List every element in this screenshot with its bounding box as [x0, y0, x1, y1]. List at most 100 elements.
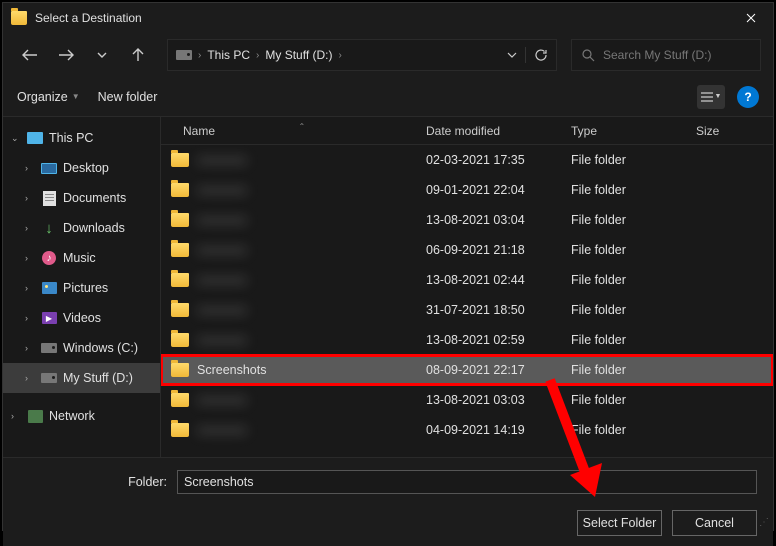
cell-name: xxxxxxxx	[171, 183, 426, 197]
cell-type: File folder	[571, 303, 696, 317]
tree-pictures[interactable]: › Pictures	[3, 273, 160, 303]
table-row[interactable]: xxxxxxxx04-09-2021 14:19File folder	[161, 415, 773, 445]
chevron-down-icon[interactable]	[507, 52, 517, 58]
cell-type: File folder	[571, 333, 696, 347]
list-header: Name ⌃ Date modified Type Size	[161, 117, 773, 145]
cell-name: xxxxxxxx	[171, 243, 426, 257]
cell-type: File folder	[571, 363, 696, 377]
folder-icon	[171, 273, 189, 287]
table-row[interactable]: xxxxxxxx13-08-2021 02:59File folder	[161, 325, 773, 355]
breadcrumb-drive[interactable]: My Stuff (D:)	[265, 48, 332, 62]
list-view-icon	[701, 92, 713, 102]
search-icon	[582, 49, 595, 62]
list-view: Name ⌃ Date modified Type Size xxxxxxxx0…	[161, 117, 773, 457]
cell-type: File folder	[571, 243, 696, 257]
dialog-window: Select a Destination › This PC › My Stuf…	[2, 2, 774, 531]
chevron-right-icon: ›	[11, 411, 21, 421]
table-row[interactable]: Screenshots08-09-2021 22:17File folder	[161, 355, 773, 385]
table-row[interactable]: xxxxxxxx06-09-2021 21:18File folder	[161, 235, 773, 265]
chevron-down-icon	[97, 52, 107, 58]
arrow-right-icon	[58, 49, 74, 61]
chevron-right-icon: ›	[25, 193, 35, 203]
select-folder-button[interactable]: Select Folder	[577, 510, 662, 536]
search-input[interactable]: Search My Stuff (D:)	[571, 39, 761, 71]
cell-date: 13-08-2021 03:04	[426, 213, 571, 227]
recent-button[interactable]	[87, 40, 117, 70]
sort-asc-icon: ⌃	[299, 122, 306, 131]
up-button[interactable]	[123, 40, 153, 70]
nav-tree: ⌄ This PC › Desktop › Documents › ↓ Down…	[3, 117, 161, 457]
tree-videos[interactable]: › ▶ Videos	[3, 303, 160, 333]
cancel-button[interactable]: Cancel	[672, 510, 757, 536]
tree-drive-c[interactable]: › Windows (C:)	[3, 333, 160, 363]
breadcrumb-thispc[interactable]: This PC	[207, 48, 250, 62]
table-row[interactable]: xxxxxxxx31-07-2021 18:50File folder	[161, 295, 773, 325]
cell-type: File folder	[571, 423, 696, 437]
folder-icon	[171, 153, 189, 167]
new-folder-button[interactable]: New folder	[98, 90, 158, 104]
view-button[interactable]: ▼	[697, 85, 725, 109]
network-icon	[28, 410, 43, 423]
desktop-icon	[41, 163, 57, 174]
tree-documents[interactable]: › Documents	[3, 183, 160, 213]
address-bar[interactable]: › This PC › My Stuff (D:) ›	[167, 39, 557, 71]
navbar: › This PC › My Stuff (D:) › Search My St…	[3, 33, 773, 77]
tree-music[interactable]: › ♪ Music	[3, 243, 160, 273]
table-row[interactable]: xxxxxxxx13-08-2021 02:44File folder	[161, 265, 773, 295]
chevron-right-icon: ›	[198, 50, 201, 61]
cell-name: xxxxxxxx	[171, 423, 426, 437]
cell-date: 13-08-2021 02:59	[426, 333, 571, 347]
cell-name: xxxxxxxx	[171, 273, 426, 287]
tree-desktop[interactable]: › Desktop	[3, 153, 160, 183]
cell-type: File folder	[571, 393, 696, 407]
chevron-right-icon: ›	[25, 283, 35, 293]
folder-icon	[171, 183, 189, 197]
column-date[interactable]: Date modified	[426, 124, 571, 138]
table-row[interactable]: xxxxxxxx13-08-2021 03:04File folder	[161, 205, 773, 235]
table-row[interactable]: xxxxxxxx02-03-2021 17:35File folder	[161, 145, 773, 175]
organize-button[interactable]: Organize ▼	[17, 90, 80, 104]
tree-network[interactable]: › Network	[3, 401, 160, 431]
folder-input[interactable]	[177, 470, 757, 494]
folder-icon	[171, 363, 189, 377]
close-button[interactable]	[728, 3, 773, 33]
cell-date: 13-08-2021 02:44	[426, 273, 571, 287]
cell-type: File folder	[571, 273, 696, 287]
chevron-right-icon: ›	[256, 50, 259, 61]
main-area: ⌄ This PC › Desktop › Documents › ↓ Down…	[3, 117, 773, 457]
table-row[interactable]: xxxxxxxx13-08-2021 03:03File folder	[161, 385, 773, 415]
videos-icon: ▶	[42, 312, 57, 324]
music-icon: ♪	[42, 251, 56, 265]
cell-name: Screenshots	[171, 363, 426, 377]
tree-thispc[interactable]: ⌄ This PC	[3, 123, 160, 153]
cell-name: xxxxxxxx	[171, 333, 426, 347]
table-row[interactable]: xxxxxxxx09-01-2021 22:04File folder	[161, 175, 773, 205]
arrow-up-icon	[132, 48, 144, 62]
cell-date: 08-09-2021 22:17	[426, 363, 571, 377]
list-body: xxxxxxxx02-03-2021 17:35File folderxxxxx…	[161, 145, 773, 445]
column-size[interactable]: Size	[696, 124, 773, 138]
resize-grip[interactable]: ⋰	[759, 517, 769, 528]
pc-icon	[27, 132, 43, 144]
downloads-icon: ↓	[41, 220, 57, 236]
cell-date: 02-03-2021 17:35	[426, 153, 571, 167]
toolbar: Organize ▼ New folder ▼ ?	[3, 77, 773, 117]
help-button[interactable]: ?	[737, 86, 759, 108]
drive-icon	[41, 343, 57, 353]
folder-icon	[171, 423, 189, 437]
chevron-right-icon: ›	[339, 50, 342, 61]
chevron-right-icon: ›	[25, 313, 35, 323]
drive-icon	[41, 373, 57, 383]
refresh-icon[interactable]	[534, 48, 548, 62]
back-button[interactable]	[15, 40, 45, 70]
caret-down-icon: ▼	[72, 92, 80, 101]
column-type[interactable]: Type	[571, 124, 696, 138]
forward-button[interactable]	[51, 40, 81, 70]
folder-label: Folder:	[19, 475, 167, 489]
tree-drive-d[interactable]: › My Stuff (D:)	[3, 363, 160, 393]
column-name[interactable]: Name ⌃	[171, 124, 426, 138]
cell-name: xxxxxxxx	[171, 303, 426, 317]
cell-name: xxxxxxxx	[171, 393, 426, 407]
cell-date: 31-07-2021 18:50	[426, 303, 571, 317]
tree-downloads[interactable]: › ↓ Downloads	[3, 213, 160, 243]
